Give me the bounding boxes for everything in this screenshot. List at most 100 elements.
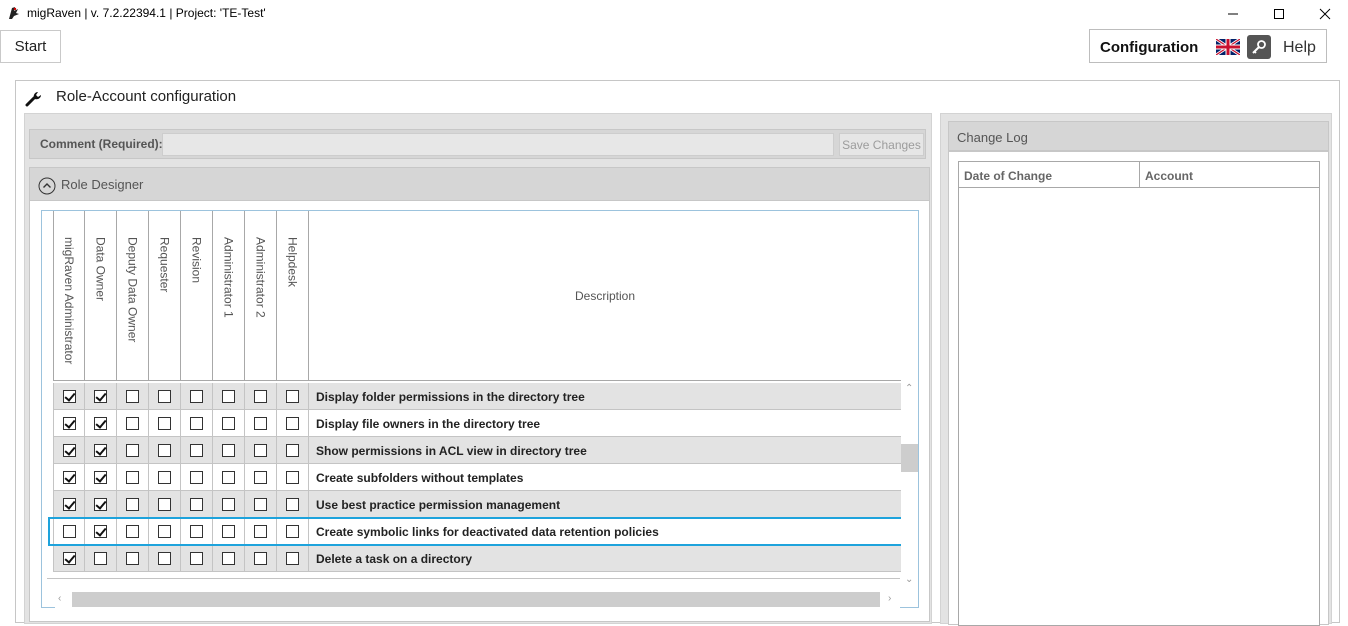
permission-checkbox[interactable] bbox=[158, 389, 171, 403]
permission-checkbox[interactable] bbox=[286, 497, 299, 511]
configuration-button[interactable]: Configuration bbox=[1100, 39, 1198, 56]
permission-checkbox[interactable] bbox=[94, 416, 107, 430]
permission-checkbox[interactable] bbox=[158, 470, 171, 484]
permission-checkbox[interactable] bbox=[62, 443, 76, 457]
permission-checkbox[interactable] bbox=[126, 443, 139, 457]
permission-checkbox[interactable] bbox=[62, 497, 76, 511]
checkbox-cell bbox=[277, 491, 309, 517]
permission-checkbox[interactable] bbox=[94, 443, 107, 457]
permission-checkbox[interactable] bbox=[62, 389, 76, 403]
permission-checkbox[interactable] bbox=[190, 416, 203, 430]
permission-checkbox[interactable] bbox=[222, 470, 235, 484]
column-header-helpdesk[interactable]: Helpdesk bbox=[277, 211, 309, 381]
permission-checkbox[interactable] bbox=[190, 443, 203, 457]
maximize-button[interactable] bbox=[1256, 0, 1302, 28]
permission-checkbox[interactable] bbox=[62, 470, 76, 484]
permission-checkbox[interactable] bbox=[158, 551, 171, 565]
permission-checkbox[interactable] bbox=[222, 551, 235, 565]
permission-checkbox[interactable] bbox=[62, 551, 76, 565]
permission-checkbox[interactable] bbox=[158, 497, 171, 511]
permission-checkbox[interactable] bbox=[222, 416, 235, 430]
checkbox-cell bbox=[245, 545, 277, 571]
column-label: Helpdesk bbox=[285, 237, 300, 288]
minimize-button[interactable] bbox=[1210, 0, 1256, 28]
column-header-date-of-change[interactable]: Date of Change bbox=[959, 162, 1140, 188]
role-designer-panel: Comment (Required): Save Changes Role De… bbox=[24, 113, 932, 624]
comment-input[interactable] bbox=[162, 133, 834, 156]
permission-checkbox[interactable] bbox=[286, 416, 299, 430]
checkbox-cell bbox=[213, 383, 245, 409]
permission-checkbox[interactable] bbox=[190, 551, 203, 565]
permission-checkbox[interactable] bbox=[254, 551, 267, 565]
permission-checkbox[interactable] bbox=[286, 443, 299, 457]
save-changes-button[interactable]: Save Changes bbox=[839, 133, 924, 156]
checkbox-cell bbox=[245, 410, 277, 436]
permission-checkbox[interactable] bbox=[62, 416, 76, 430]
checkbox-cell bbox=[53, 437, 85, 463]
checkbox-cell bbox=[53, 491, 85, 517]
permission-checkbox[interactable] bbox=[286, 551, 299, 565]
permission-checkbox[interactable] bbox=[158, 416, 171, 430]
uk-flag-icon[interactable] bbox=[1216, 39, 1240, 55]
column-header-revision[interactable]: Revision bbox=[181, 211, 213, 381]
help-button[interactable]: Help bbox=[1283, 39, 1316, 57]
permission-checkbox[interactable] bbox=[222, 389, 235, 403]
permission-checkbox[interactable] bbox=[286, 389, 299, 403]
close-button[interactable] bbox=[1302, 0, 1348, 28]
column-header-migraven-admin[interactable]: migRaven Administrator bbox=[53, 211, 85, 381]
permission-checkbox[interactable] bbox=[126, 497, 139, 511]
permission-checkbox[interactable] bbox=[126, 416, 139, 430]
checkbox-cell bbox=[213, 545, 245, 571]
permission-checkbox[interactable] bbox=[254, 443, 267, 457]
vertical-scroll-thumb[interactable] bbox=[901, 444, 918, 472]
role-designer-header[interactable]: Role Designer bbox=[29, 167, 930, 201]
column-header-data-owner[interactable]: Data Owner bbox=[85, 211, 117, 381]
permission-checkbox[interactable] bbox=[254, 497, 267, 511]
permission-checkbox[interactable] bbox=[94, 497, 107, 511]
checkbox-cell bbox=[85, 410, 117, 436]
permission-checkbox[interactable] bbox=[126, 470, 139, 484]
table-row[interactable]: Delete a task on a directory bbox=[53, 545, 901, 572]
column-header-requester[interactable]: Requester bbox=[149, 211, 181, 381]
permission-checkbox[interactable] bbox=[222, 497, 235, 511]
checkbox-cell bbox=[277, 383, 309, 409]
scroll-down-icon[interactable]: ⌄ bbox=[905, 574, 913, 585]
permission-checkbox[interactable] bbox=[94, 389, 107, 403]
column-header-administrator-2[interactable]: Administrator 2 bbox=[245, 211, 277, 381]
permission-checkbox[interactable] bbox=[190, 497, 203, 511]
permission-checkbox[interactable] bbox=[190, 470, 203, 484]
permission-checkbox[interactable] bbox=[94, 470, 107, 484]
table-row[interactable]: Display folder permissions in the direct… bbox=[53, 383, 901, 410]
scroll-up-icon[interactable]: ⌃ bbox=[905, 383, 913, 394]
column-header-administrator-1[interactable]: Administrator 1 bbox=[213, 211, 245, 381]
permission-checkbox[interactable] bbox=[286, 470, 299, 484]
selected-row-highlight bbox=[48, 517, 903, 546]
horizontal-scroll-thumb[interactable] bbox=[72, 592, 880, 607]
column-header-account[interactable]: Account bbox=[1140, 162, 1319, 188]
table-row[interactable]: Display file owners in the directory tre… bbox=[53, 410, 901, 437]
table-row[interactable]: Show permissions in ACL view in director… bbox=[53, 437, 901, 464]
license-key-button[interactable] bbox=[1247, 35, 1271, 59]
permission-checkbox[interactable] bbox=[254, 389, 267, 403]
permission-checkbox[interactable] bbox=[222, 443, 235, 457]
start-button[interactable]: Start bbox=[0, 30, 61, 63]
column-label: Requester bbox=[157, 237, 172, 293]
scroll-left-icon[interactable]: ‹ bbox=[58, 593, 61, 604]
horizontal-scrollbar[interactable]: ‹ › bbox=[55, 591, 900, 608]
column-header-deputy-data-owner[interactable]: Deputy Data Owner bbox=[117, 211, 149, 381]
checkbox-cell bbox=[149, 437, 181, 463]
table-row[interactable]: Create subfolders without templates bbox=[53, 464, 901, 491]
vertical-scrollbar[interactable]: ⌃ ⌄ bbox=[901, 381, 918, 591]
scroll-right-icon[interactable]: › bbox=[888, 593, 891, 604]
permission-checkbox[interactable] bbox=[126, 551, 139, 565]
column-header-description[interactable]: Description bbox=[309, 211, 901, 381]
permission-checkbox[interactable] bbox=[94, 551, 107, 565]
permission-checkbox[interactable] bbox=[254, 470, 267, 484]
permission-checkbox[interactable] bbox=[190, 389, 203, 403]
permission-checkbox[interactable] bbox=[254, 416, 267, 430]
permission-checkbox[interactable] bbox=[126, 389, 139, 403]
collapse-chevron-icon[interactable] bbox=[38, 177, 56, 195]
table-row[interactable]: Use best practice permission management bbox=[53, 491, 901, 518]
row-description: Show permissions in ACL view in director… bbox=[316, 444, 587, 458]
permission-checkbox[interactable] bbox=[158, 443, 171, 457]
